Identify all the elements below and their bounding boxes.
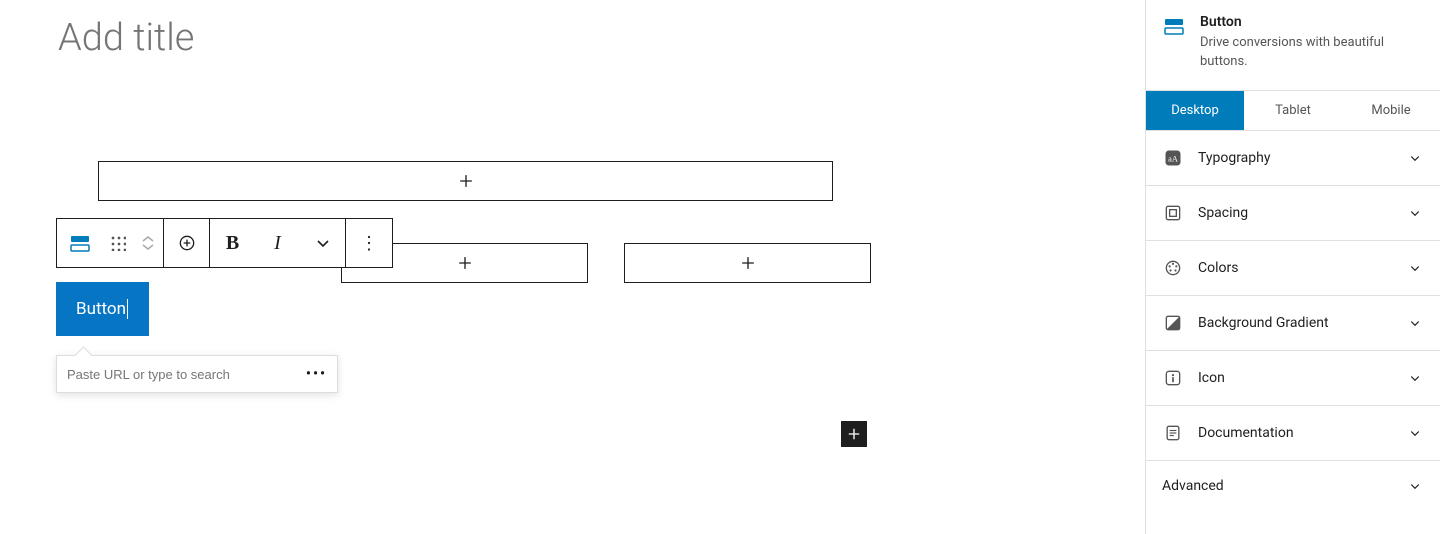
plus-icon (845, 425, 863, 443)
panel-title: Documentation (1198, 425, 1406, 441)
drag-handle[interactable] (103, 219, 133, 267)
panel-documentation[interactable]: Documentation (1146, 405, 1440, 460)
panel-typography[interactable]: aA Typography (1146, 130, 1440, 185)
plus-icon (738, 253, 758, 273)
tab-desktop[interactable]: Desktop (1146, 91, 1244, 130)
panel-advanced[interactable]: Advanced (1146, 460, 1440, 511)
drag-icon (110, 235, 126, 251)
tab-tablet[interactable]: Tablet (1244, 91, 1342, 130)
svg-text:aA: aA (1168, 154, 1178, 163)
italic-icon: I (274, 232, 281, 255)
panel-title: Spacing (1198, 205, 1406, 221)
block-type-button[interactable] (57, 219, 103, 267)
text-caret (127, 299, 128, 319)
bold-button[interactable]: B (210, 219, 255, 267)
block-card: Button Drive conversions with beautiful … (1146, 0, 1440, 90)
panel-title: Icon (1198, 370, 1406, 386)
url-popover: ••• (56, 355, 338, 393)
chevron-down-icon (1406, 477, 1424, 495)
chevron-down-icon (1406, 369, 1424, 387)
panel-title: Advanced (1162, 478, 1406, 494)
tab-mobile[interactable]: Mobile (1342, 91, 1440, 130)
block-appender-button[interactable] (841, 421, 867, 447)
panel-spacing[interactable]: Spacing (1146, 185, 1440, 240)
more-text-controls[interactable] (300, 219, 345, 267)
ellipsis-icon: ••• (306, 366, 327, 382)
panel-background-gradient[interactable]: Background Gradient (1146, 295, 1440, 350)
spacing-icon (1163, 203, 1183, 223)
plus-icon (455, 253, 475, 273)
chevron-down-icon (1406, 149, 1424, 167)
info-icon (1163, 368, 1183, 388)
chevron-down-icon (315, 235, 331, 251)
documentation-icon (1163, 423, 1183, 443)
add-block-button[interactable] (164, 219, 209, 267)
panel-colors[interactable]: Colors (1146, 240, 1440, 295)
button-block-icon (1162, 14, 1186, 38)
editor-canvas: Add title (0, 0, 1145, 534)
panel-title: Typography (1198, 150, 1406, 166)
plus-icon (456, 171, 476, 191)
kebab-icon: ⋮ (360, 233, 378, 254)
chevron-down-icon (1406, 314, 1424, 332)
panel-title: Background Gradient (1198, 315, 1406, 331)
button-block-label: Button (76, 299, 126, 319)
colors-icon (1163, 258, 1183, 278)
column-appender-3[interactable] (624, 243, 871, 283)
italic-button[interactable]: I (255, 219, 300, 267)
chevron-down-icon (1406, 424, 1424, 442)
block-options-button[interactable]: ⋮ (346, 219, 392, 267)
block-card-description: Drive conversions with beautiful buttons… (1200, 34, 1424, 72)
button-block-icon (68, 231, 92, 255)
chevron-down-icon (1406, 259, 1424, 277)
chevron-down-icon (1406, 204, 1424, 222)
block-card-title: Button (1200, 14, 1424, 30)
device-tabs: Desktop Tablet Mobile (1146, 90, 1440, 130)
mover-arrows-icon (142, 235, 154, 251)
block-movers[interactable] (133, 219, 163, 267)
url-input[interactable] (67, 367, 302, 382)
block-toolbar: B I ⋮ (56, 218, 393, 268)
post-title-placeholder[interactable]: Add title (58, 16, 194, 60)
plus-circle-icon (177, 233, 197, 253)
bold-icon: B (226, 232, 239, 255)
panel-title: Colors (1198, 260, 1406, 276)
url-settings-button[interactable]: ••• (302, 366, 331, 382)
button-block[interactable]: Button (56, 282, 149, 336)
row-block-appender[interactable] (98, 161, 833, 201)
typography-icon: aA (1163, 148, 1183, 168)
settings-sidebar: Button Drive conversions with beautiful … (1145, 0, 1440, 534)
gradient-icon (1163, 313, 1183, 333)
panel-icon[interactable]: Icon (1146, 350, 1440, 405)
